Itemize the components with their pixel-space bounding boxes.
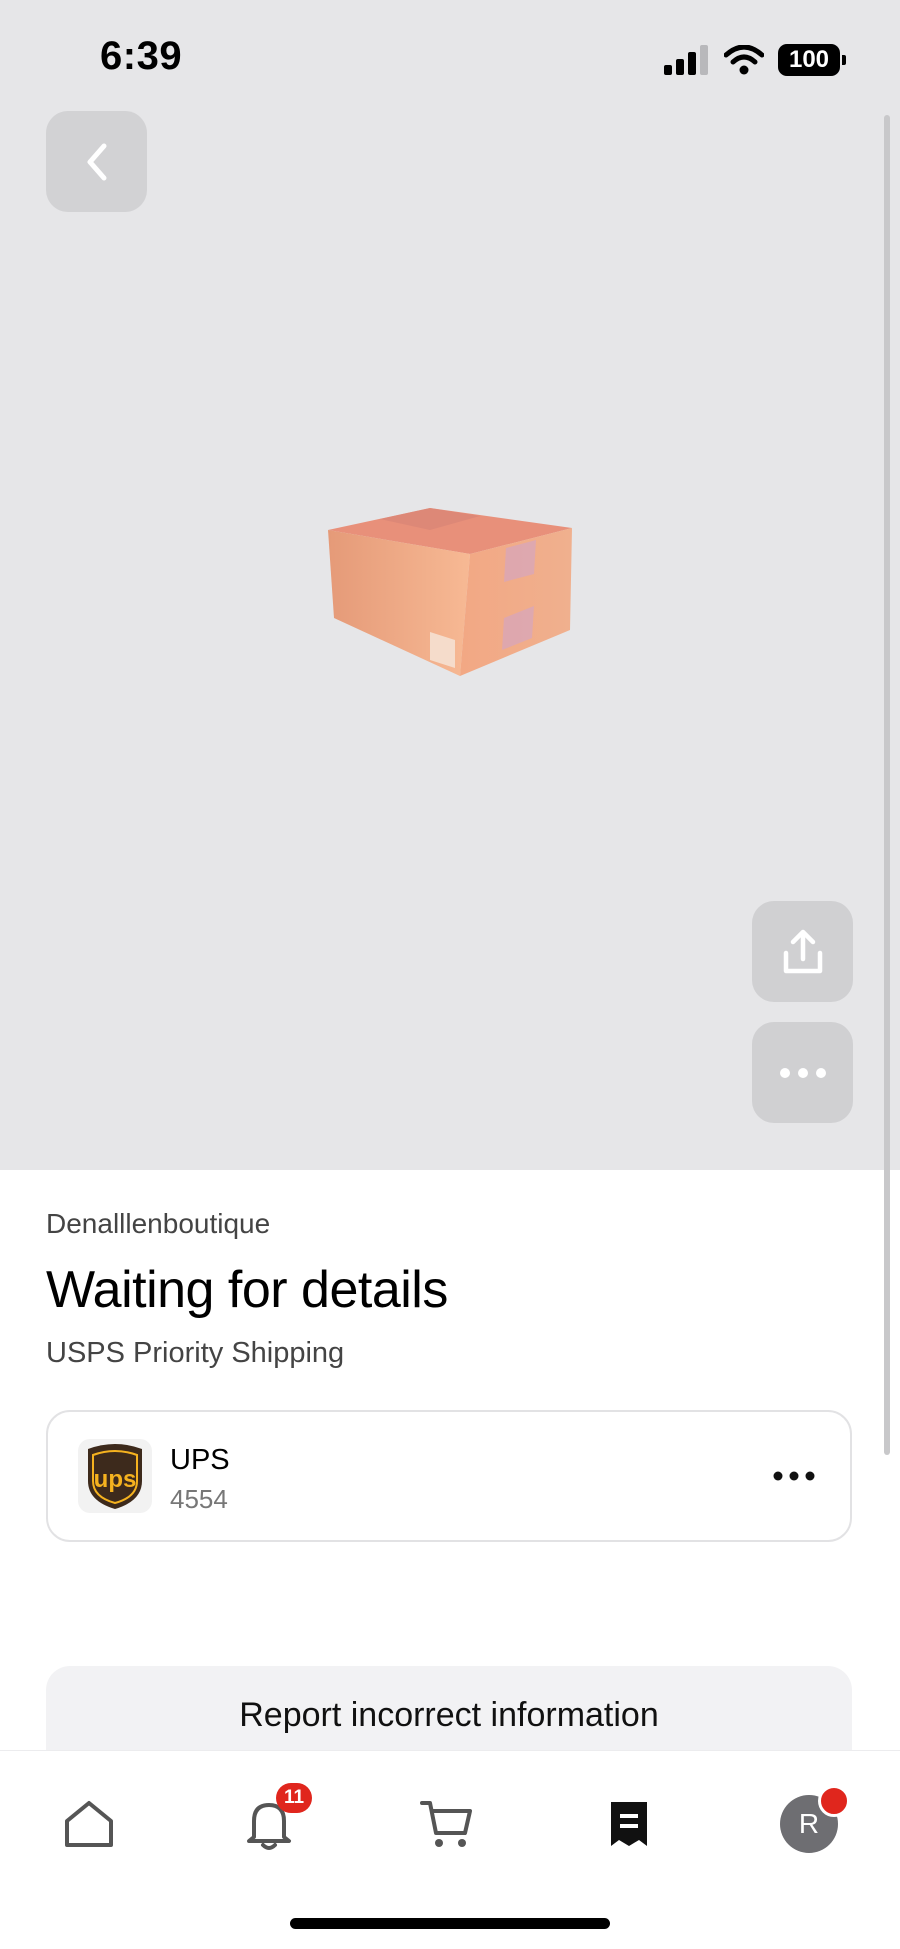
home-icon: [65, 1801, 113, 1847]
tab-home[interactable]: [54, 1789, 124, 1859]
ellipsis-icon: [779, 1067, 826, 1078]
more-options-button[interactable]: [752, 1022, 853, 1123]
chevron-left-icon: [87, 143, 106, 180]
shipping-method: USPS Priority Shipping: [46, 1337, 345, 1369]
tab-profile[interactable]: R: [774, 1785, 850, 1859]
report-button-label: Report incorrect information: [239, 1696, 659, 1734]
status-icons: 100: [664, 40, 846, 80]
wifi-icon: [724, 45, 764, 75]
carrier-card[interactable]: ups UPS 4554: [46, 1410, 852, 1542]
tab-orders[interactable]: [594, 1789, 664, 1859]
receipt-icon: [611, 1802, 647, 1846]
carrier-name: UPS: [170, 1444, 230, 1476]
profile-alert-dot: [818, 1785, 850, 1817]
back-button[interactable]: [46, 111, 147, 212]
status-time: 6:39: [100, 34, 183, 78]
tab-notifications[interactable]: 11: [234, 1783, 312, 1859]
cellular-signal-icon: [664, 45, 708, 75]
share-icon: [783, 929, 822, 973]
shipment-status-title: Waiting for details: [46, 1261, 448, 1319]
avatar: R: [780, 1785, 850, 1853]
tracking-number: 4554: [170, 1484, 228, 1514]
status-bar: 6:39 100: [0, 0, 900, 110]
cart-icon: [420, 1801, 472, 1847]
notification-badge: 11: [276, 1783, 312, 1813]
share-button[interactable]: [752, 901, 853, 1002]
seller-name: Denalllenboutique: [46, 1208, 271, 1239]
battery-level: 100: [788, 46, 830, 73]
tab-cart[interactable]: [412, 1789, 482, 1859]
ellipsis-icon: [773, 1471, 815, 1481]
ups-logo-text: ups: [94, 1466, 137, 1493]
home-indicator: [290, 1918, 610, 1929]
carrier-menu-button[interactable]: [770, 1456, 818, 1496]
battery-icon: 100: [778, 44, 846, 76]
package-box-illustration: [328, 508, 572, 676]
ups-logo: ups: [78, 1439, 152, 1513]
scrollbar[interactable]: [884, 115, 890, 1455]
avatar-initial: R: [798, 1808, 820, 1839]
ups-shield-icon: ups: [88, 1444, 142, 1509]
